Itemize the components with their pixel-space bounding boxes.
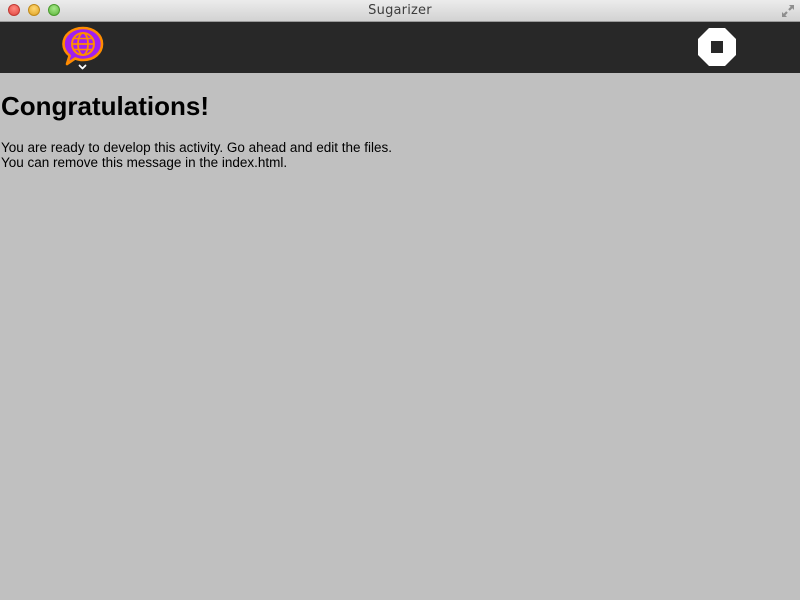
window-title: Sugarizer xyxy=(368,3,432,18)
fullscreen-icon[interactable] xyxy=(780,3,796,19)
title-bar: Sugarizer xyxy=(0,0,800,22)
activity-button[interactable] xyxy=(58,24,108,72)
activity-globe-icon xyxy=(62,26,104,70)
stop-icon xyxy=(698,28,736,66)
message-line-2: You can remove this message in the index… xyxy=(1,155,288,170)
main-content: Congratulations! You are ready to develo… xyxy=(0,73,800,600)
page-title: Congratulations! xyxy=(1,91,209,121)
stop-button[interactable] xyxy=(695,25,739,69)
toolbar xyxy=(0,22,800,73)
message-line-1: You are ready to develop this activity. … xyxy=(1,140,392,155)
app-window: Sugarizer Congratulations! You are ready… xyxy=(0,0,800,600)
